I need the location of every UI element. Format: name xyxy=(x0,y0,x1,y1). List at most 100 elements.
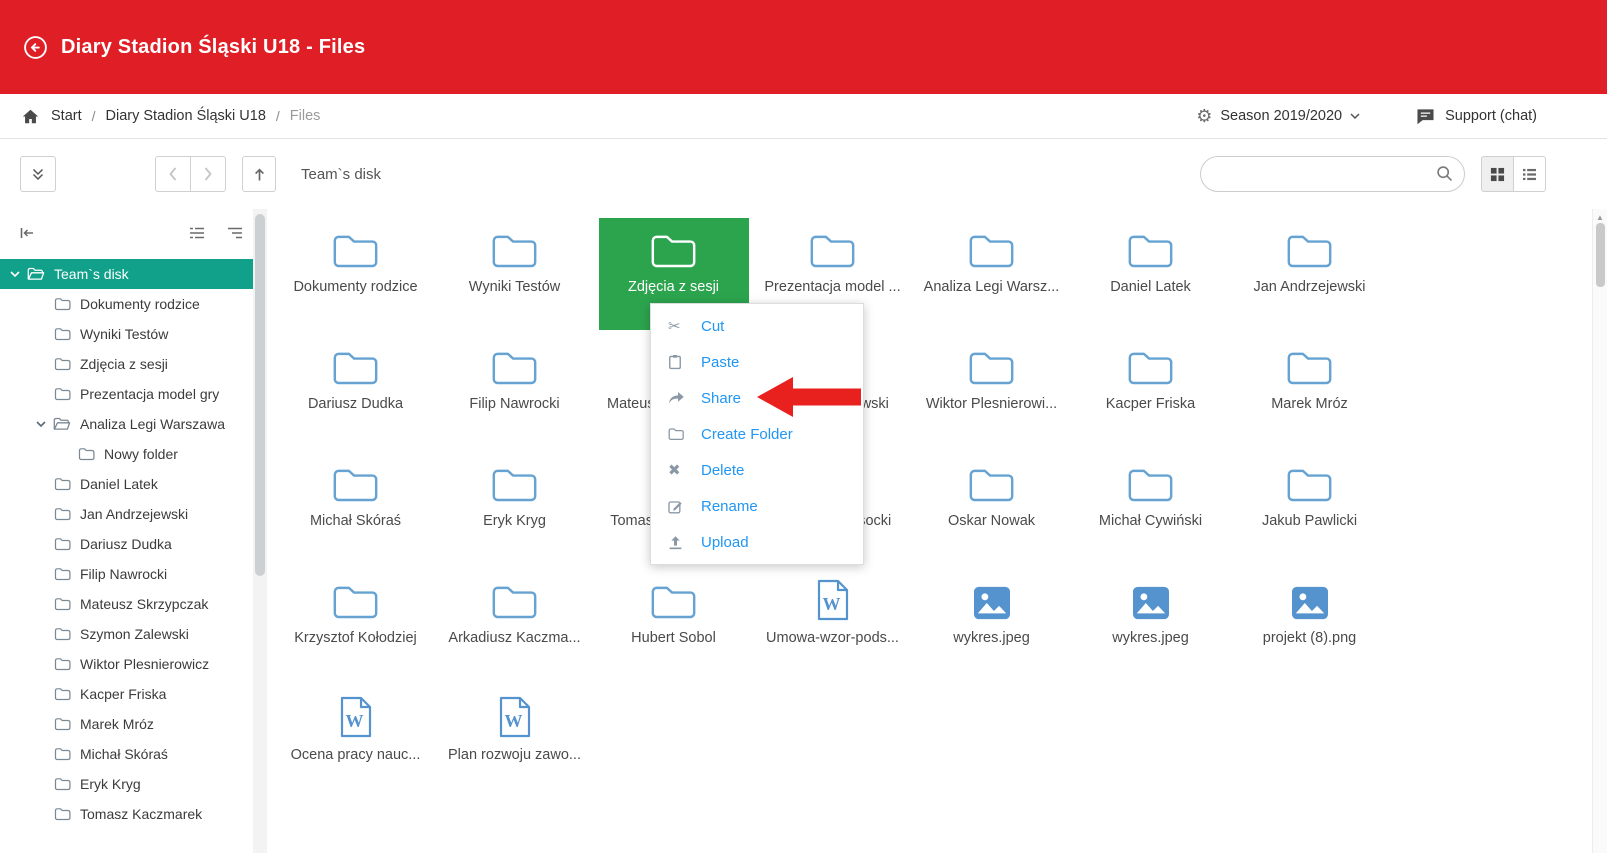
folder-icon xyxy=(54,657,71,671)
menu-item-delete[interactable]: ✖ Delete xyxy=(651,452,863,488)
file-tile[interactable]: W Krzysztof Kołodziej xyxy=(281,569,431,681)
tree-item-label: Filip Nawrocki xyxy=(80,566,167,582)
tree-item[interactable]: Prezentacja model gry xyxy=(0,379,253,409)
file-tile[interactable]: W Dariusz Dudka xyxy=(281,335,431,447)
file-tile[interactable]: W Eryk Kryg xyxy=(440,452,590,564)
file-tile[interactable]: W Daniel Latek xyxy=(1076,218,1226,330)
main-vertical-scrollbar[interactable]: ▲ xyxy=(1592,209,1607,853)
word-file-icon: W xyxy=(816,579,850,621)
list-view-button[interactable] xyxy=(1513,156,1546,192)
breadcrumb-item-diary[interactable]: Diary Stadion Śląski U18 xyxy=(106,108,266,124)
grid-view-button[interactable] xyxy=(1481,156,1514,192)
tree-item[interactable]: Marek Mróz xyxy=(0,709,253,739)
collapse-all-icon[interactable] xyxy=(189,227,205,239)
tree-item[interactable]: Dokumenty rodzice xyxy=(0,289,253,319)
tree-item[interactable]: Michał Skóraś xyxy=(0,739,253,769)
file-tile[interactable]: W Hubert Sobol xyxy=(599,569,749,681)
list-view-icon xyxy=(1522,168,1537,181)
folder-icon xyxy=(54,357,71,371)
expand-all-icon[interactable] xyxy=(227,227,243,239)
folder-icon xyxy=(491,345,538,387)
tree-item[interactable]: Kacper Friska xyxy=(0,679,253,709)
search-input[interactable] xyxy=(1200,156,1465,192)
home-icon[interactable] xyxy=(22,109,39,124)
file-tile[interactable]: W Analiza Legi Warsz... xyxy=(917,218,1067,330)
tree-item-label: Dariusz Dudka xyxy=(80,536,172,552)
file-tile[interactable]: W Plan rozwoju zawo... xyxy=(440,686,590,798)
app-header: Diary Stadion Śląski U18 - Files xyxy=(0,0,1607,94)
double-chevron-down-icon xyxy=(31,167,45,181)
file-tile-label: Prezentacja model ... xyxy=(764,279,900,295)
svg-text:W: W xyxy=(504,711,522,731)
tree-item-label: Jan Andrzejewski xyxy=(80,506,188,522)
grid-view-icon xyxy=(1490,167,1505,182)
season-label: Season 2019/2020 xyxy=(1220,108,1342,124)
chevron-down-icon[interactable] xyxy=(36,421,46,427)
file-tile-label: Zdjęcia z sesji xyxy=(628,279,719,295)
image-file-icon xyxy=(1290,579,1330,621)
file-tile-label: Krzysztof Kołodziej xyxy=(294,630,417,646)
collapse-toolbar-button[interactable] xyxy=(20,156,56,192)
scroll-up-arrow-icon[interactable]: ▲ xyxy=(1593,209,1607,222)
file-tile[interactable]: W wykres.jpeg xyxy=(1076,569,1226,681)
tree-item[interactable]: Mateusz Skrzypczak xyxy=(0,589,253,619)
collapse-panel-icon[interactable] xyxy=(20,227,34,239)
file-tile[interactable]: W wykres.jpeg xyxy=(917,569,1067,681)
file-tile[interactable]: W Dokumenty rodzice xyxy=(281,218,431,330)
file-tile-label: Umowa-wzor-pods... xyxy=(766,630,899,646)
file-tile[interactable]: W Wyniki Testów xyxy=(440,218,590,330)
tree-item[interactable]: Wiktor Plesnierowicz xyxy=(0,649,253,679)
word-file-icon: W xyxy=(339,696,373,738)
sidebar-scrollbar-thumb[interactable] xyxy=(255,214,265,576)
tree-item-label: Daniel Latek xyxy=(80,476,158,492)
file-tile[interactable]: W Wiktor Plesnierowi... xyxy=(917,335,1067,447)
tree-item[interactable]: Jan Andrzejewski xyxy=(0,499,253,529)
menu-item-rename[interactable]: Rename xyxy=(651,488,863,524)
season-selector[interactable]: ⚙ Season 2019/2020 xyxy=(1196,107,1360,125)
tree-item[interactable]: Daniel Latek xyxy=(0,469,253,499)
folder-icon xyxy=(1127,345,1174,387)
back-circle-icon[interactable] xyxy=(22,34,48,60)
tree-item[interactable]: Tomasz Kaczmarek xyxy=(0,799,253,829)
back-button[interactable] xyxy=(155,156,191,192)
file-tile[interactable]: W Jan Andrzejewski xyxy=(1235,218,1385,330)
tree-item[interactable]: Analiza Legi Warszawa xyxy=(0,409,253,439)
folder-icon xyxy=(650,228,697,270)
breadcrumb-item-start[interactable]: Start xyxy=(51,108,82,124)
tree-item[interactable]: Szymon Zalewski xyxy=(0,619,253,649)
file-tile[interactable]: W Arkadiusz Kaczma... xyxy=(440,569,590,681)
file-tile[interactable]: W Michał Skóraś xyxy=(281,452,431,564)
main-scrollbar-thumb[interactable] xyxy=(1596,223,1605,287)
menu-item-upload[interactable]: Upload xyxy=(651,524,863,560)
file-tile[interactable]: W projekt (8).png xyxy=(1235,569,1385,681)
search-icon[interactable] xyxy=(1436,165,1453,187)
tree-item[interactable]: Eryk Kryg xyxy=(0,769,253,799)
forward-button[interactable] xyxy=(190,156,226,192)
file-tile[interactable]: W Filip Nawrocki xyxy=(440,335,590,447)
file-tile[interactable]: W Jakub Pawlicki xyxy=(1235,452,1385,564)
tree-item[interactable]: Nowy folder xyxy=(0,439,253,469)
up-level-button[interactable] xyxy=(242,156,276,192)
file-tile[interactable]: W Ocena pracy nauc... xyxy=(281,686,431,798)
tree-item[interactable]: Wyniki Testów xyxy=(0,319,253,349)
tree-item-label: Prezentacja model gry xyxy=(80,386,219,402)
tree-item[interactable]: Zdjęcia z sesji xyxy=(0,349,253,379)
tree-item-label: Analiza Legi Warszawa xyxy=(80,416,225,432)
breadcrumb-separator: / xyxy=(92,108,96,124)
file-tile[interactable]: W Oskar Nowak xyxy=(917,452,1067,564)
file-tile[interactable]: W Marek Mróz xyxy=(1235,335,1385,447)
chevron-down-icon[interactable] xyxy=(10,271,20,277)
file-tile[interactable]: W Kacper Friska xyxy=(1076,335,1226,447)
support-chat-button[interactable]: Support (chat) xyxy=(1416,108,1537,125)
menu-item-create-folder[interactable]: Create Folder xyxy=(651,416,863,452)
file-tile[interactable]: W Umowa-wzor-pods... xyxy=(758,569,908,681)
svg-text:W: W xyxy=(822,594,840,614)
tree-item[interactable]: Dariusz Dudka xyxy=(0,529,253,559)
tree-item[interactable]: Filip Nawrocki xyxy=(0,559,253,589)
file-tile[interactable]: W Michał Cywiński xyxy=(1076,452,1226,564)
tree-item-label: Tomasz Kaczmarek xyxy=(80,806,202,822)
tree-item[interactable]: Team`s disk xyxy=(0,259,253,289)
folder-icon xyxy=(54,537,71,551)
sidebar-scrollbar[interactable] xyxy=(253,209,267,853)
menu-item-cut[interactable]: ✂ Cut xyxy=(651,308,863,344)
